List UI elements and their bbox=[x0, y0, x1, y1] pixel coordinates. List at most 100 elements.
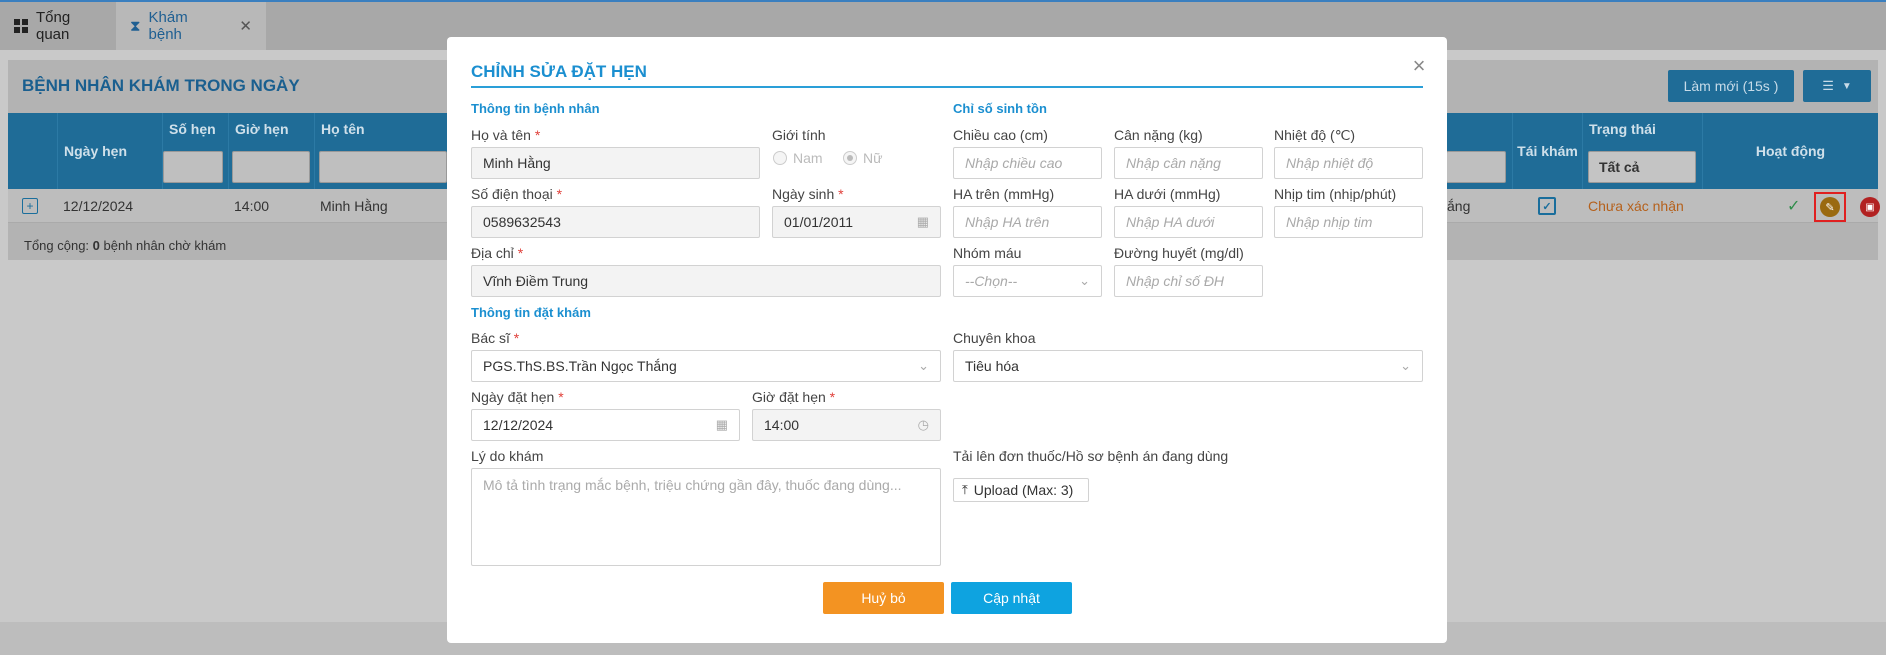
appointment-time-value: 14:00 bbox=[764, 417, 800, 433]
phone-value: 0589632543 bbox=[483, 214, 561, 230]
bp-systolic-label: HA trên (mmHg) bbox=[953, 186, 1055, 202]
required-mark: * bbox=[829, 389, 836, 405]
appointment-time-field[interactable]: 14:00 ◷ bbox=[752, 409, 941, 441]
doctor-value: PGS.ThS.BS.Trần Ngọc Thắng bbox=[483, 358, 677, 374]
address-label: Địa chỉ * bbox=[471, 245, 523, 261]
dob-label: Ngày sinh * bbox=[772, 186, 844, 202]
heart-rate-input[interactable]: Nhập nhịp tim bbox=[1274, 206, 1423, 238]
filter-bac-si[interactable] bbox=[1446, 151, 1506, 183]
weight-placeholder: Nhập cân nặng bbox=[1126, 155, 1221, 171]
th-hoat-dong: Hoạt động bbox=[1702, 113, 1878, 189]
specialty-value: Tiêu hóa bbox=[965, 358, 1019, 374]
phone-label: Số điện thoại * bbox=[471, 186, 562, 202]
close-icon[interactable]: × bbox=[1408, 53, 1430, 78]
specialty-label: Chuyên khoa bbox=[953, 330, 1036, 346]
dob-field[interactable]: 01/01/2011 ▦ bbox=[772, 206, 941, 238]
chevron-down-icon: ⌄ bbox=[1079, 273, 1090, 288]
expand-row-icon[interactable]: + bbox=[22, 189, 42, 223]
address-label-text: Địa chỉ bbox=[471, 245, 514, 261]
appointment-date-field[interactable]: 12/12/2024 ▦ bbox=[471, 409, 740, 441]
doctor-select[interactable]: PGS.ThS.BS.Trần Ngọc Thắng ⌄ bbox=[471, 350, 941, 382]
row-ho-ten: Minh Hằng bbox=[320, 198, 388, 214]
upload-button[interactable]: ⤒ Upload (Max: 3) bbox=[953, 478, 1089, 502]
blood-type-value: --Chọn-- bbox=[965, 273, 1018, 289]
blood-sugar-placeholder: Nhập chỉ số ĐH bbox=[1126, 273, 1225, 289]
radio-circle bbox=[773, 151, 787, 165]
column-menu-button[interactable]: ☰ ▼ bbox=[1803, 70, 1871, 102]
name-label-text: Họ và tên bbox=[471, 127, 531, 143]
dob-label-text: Ngày sinh bbox=[772, 186, 835, 202]
edit-icon[interactable]: ✎ bbox=[1820, 197, 1840, 217]
blood-sugar-input[interactable]: Nhập chỉ số ĐH bbox=[1114, 265, 1263, 297]
required-mark: * bbox=[513, 330, 520, 346]
height-label: Chiều cao (cm) bbox=[953, 127, 1048, 143]
vitals-section-title: Chỉ số sinh tồn bbox=[953, 101, 1047, 116]
th-tai-kham: Tái khám bbox=[1512, 113, 1582, 189]
row-bac-si-partial: ắng bbox=[1447, 198, 1471, 214]
required-mark: * bbox=[534, 127, 541, 143]
tab-overview[interactable]: Tổng quan bbox=[0, 2, 114, 50]
height-input[interactable]: Nhập chiều cao bbox=[953, 147, 1102, 179]
confirm-icon[interactable]: ✓ bbox=[1787, 189, 1800, 223]
row-gio-hen: 14:00 bbox=[234, 198, 270, 214]
required-mark: * bbox=[558, 389, 564, 405]
heart-rate-placeholder: Nhập nhịp tim bbox=[1286, 214, 1373, 230]
tab-exam-label: Khám bệnh bbox=[148, 9, 188, 43]
name-label: Họ và tên * bbox=[471, 127, 540, 143]
phone-label-text: Số điện thoại bbox=[471, 186, 553, 202]
doctor-label-text: Bác sĩ bbox=[471, 330, 510, 346]
bp-systolic-input[interactable]: Nhập HA trên bbox=[953, 206, 1102, 238]
gender-label: Giới tính bbox=[772, 127, 826, 143]
appointment-date-label-text: Ngày đặt hẹn bbox=[471, 389, 555, 405]
tab-exam[interactable]: ⧗ Khám bệnh ✕ bbox=[116, 2, 266, 50]
refresh-button[interactable]: Làm mới (15s ) bbox=[1668, 70, 1794, 102]
blood-type-label: Nhóm máu bbox=[953, 245, 1022, 261]
gender-radio-male[interactable]: Nam bbox=[773, 150, 823, 166]
gender-radio-female[interactable]: Nữ bbox=[843, 150, 882, 166]
status-filter-select[interactable]: Tất cả bbox=[1588, 151, 1696, 183]
appointment-date-label: Ngày đặt hẹn * bbox=[471, 389, 564, 405]
reason-placeholder: Mô tả tình trạng mắc bệnh, triệu chứng g… bbox=[483, 477, 902, 493]
status-filter-value: Tất cả bbox=[1599, 159, 1640, 175]
upload-icon: ⤒ bbox=[962, 482, 968, 497]
tab-overview-label: Tổng quan bbox=[36, 9, 71, 43]
revisit-checkbox[interactable]: ✓ bbox=[1538, 189, 1556, 223]
specialty-select[interactable]: Tiêu hóa ⌄ bbox=[953, 350, 1423, 382]
title-divider bbox=[471, 86, 1423, 88]
update-button[interactable]: Cập nhật bbox=[951, 582, 1072, 614]
address-field[interactable]: Vĩnh Điềm Trung bbox=[471, 265, 941, 297]
cancel-button[interactable]: Huỷ bỏ bbox=[823, 582, 944, 614]
upload-button-label: Upload (Max: 3) bbox=[973, 482, 1074, 498]
dob-value: 01/01/2011 bbox=[784, 214, 854, 230]
calendar-icon: ▦ bbox=[715, 417, 728, 432]
radio-circle-selected bbox=[843, 151, 857, 165]
required-mark: * bbox=[517, 245, 524, 261]
total-prefix: Tổng cộng: bbox=[24, 238, 93, 253]
dashboard-icon bbox=[14, 19, 28, 33]
phone-field[interactable]: 0589632543 bbox=[471, 206, 760, 238]
weight-input[interactable]: Nhập cân nặng bbox=[1114, 147, 1263, 179]
name-field[interactable]: Minh Hằng bbox=[471, 147, 760, 179]
list-icon: ☰ bbox=[1822, 78, 1834, 93]
temperature-label: Nhiệt độ (℃) bbox=[1274, 127, 1356, 143]
temperature-placeholder: Nhập nhiệt độ bbox=[1286, 155, 1374, 171]
bp-systolic-placeholder: Nhập HA trên bbox=[965, 214, 1050, 230]
cancel-appointment-icon[interactable]: ▣ bbox=[1860, 197, 1880, 217]
gender-female-label: Nữ bbox=[863, 150, 883, 166]
filter-gio-hen[interactable] bbox=[232, 151, 310, 183]
appointment-time-label-text: Giờ đặt hẹn bbox=[752, 389, 826, 405]
blood-sugar-label: Đường huyết (mg/dl) bbox=[1114, 245, 1244, 261]
doctor-label: Bác sĩ * bbox=[471, 330, 519, 346]
filter-so-hen[interactable] bbox=[163, 151, 223, 183]
total-number: 0 bbox=[92, 238, 100, 253]
hourglass-icon: ⧗ bbox=[130, 17, 141, 35]
appointment-date-value: 12/12/2024 bbox=[483, 417, 554, 433]
blood-type-select[interactable]: --Chọn-- ⌄ bbox=[953, 265, 1102, 297]
reason-textarea[interactable]: Mô tả tình trạng mắc bệnh, triệu chứng g… bbox=[471, 468, 941, 566]
bp-diastolic-input[interactable]: Nhập HA dưới bbox=[1114, 206, 1263, 238]
filter-ho-ten[interactable] bbox=[319, 151, 447, 183]
temperature-input[interactable]: Nhập nhiệt độ bbox=[1274, 147, 1423, 179]
close-tab-icon[interactable]: ✕ bbox=[239, 17, 252, 35]
total-suffix: bệnh nhân chờ khám bbox=[99, 238, 227, 253]
bp-diastolic-label: HA dưới (mmHg) bbox=[1114, 186, 1221, 202]
